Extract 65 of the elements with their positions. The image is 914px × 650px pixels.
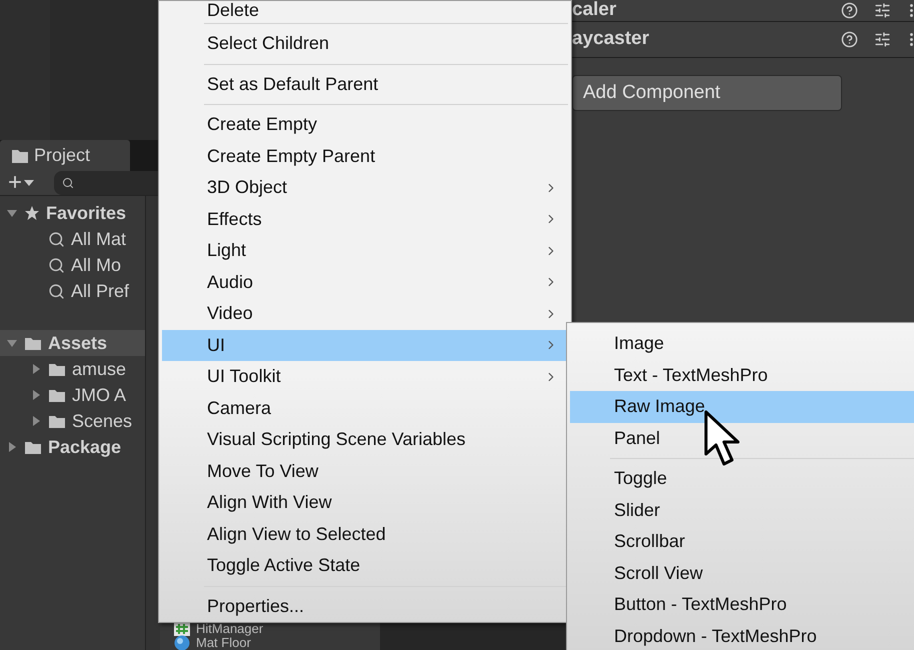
folder-icon <box>12 148 28 162</box>
settings-icon[interactable] <box>874 31 891 48</box>
menu-item[interactable]: Visual Scripting Scene Variables <box>162 424 568 456</box>
add-component-button[interactable]: Add Component <box>572 75 842 111</box>
menu-item[interactable]: Create Empty <box>162 109 568 140</box>
search-icon <box>62 177 74 189</box>
search-icon <box>48 230 65 248</box>
tree-item[interactable]: All Pref <box>0 278 145 304</box>
menu-item[interactable]: 3D Object <box>162 172 568 204</box>
menu-item[interactable]: Toggle <box>570 463 914 494</box>
tree-item[interactable]: All Mat <box>0 226 145 252</box>
script-icon <box>174 622 190 636</box>
tree-item[interactable]: amuse <box>0 356 145 382</box>
menu-item[interactable]: Create Empty Parent <box>162 140 568 172</box>
menu-item[interactable]: Dropdown - TextMeshPro <box>570 620 914 650</box>
expand-arrow-icon[interactable] <box>6 207 18 219</box>
search-icon <box>48 282 65 300</box>
menu-item[interactable]: Video <box>162 298 568 330</box>
menu-item[interactable]: Align With View <box>162 487 568 518</box>
help-icon[interactable] <box>841 2 858 19</box>
folder-icon <box>24 336 42 350</box>
menu-item[interactable]: Effects <box>162 204 568 235</box>
hierarchy-item[interactable]: HitManager <box>174 622 380 636</box>
folder-icon <box>48 362 66 376</box>
expand-arrow-icon[interactable] <box>30 389 42 401</box>
hierarchy-item[interactable]: Mat Floor <box>174 636 380 650</box>
tree-item[interactable]: Assets <box>0 330 145 356</box>
tree-item[interactable]: Favorites <box>0 200 145 226</box>
tree-item[interactable]: JMO A <box>0 382 145 408</box>
expand-arrow-icon[interactable] <box>30 363 42 375</box>
menu-item[interactable]: Audio <box>162 266 568 298</box>
menu-item[interactable]: Align View to Selected <box>162 518 568 550</box>
caret-icon <box>24 179 34 187</box>
tree-item[interactable]: All Mo <box>0 252 145 278</box>
tree-item[interactable]: Package <box>0 434 145 460</box>
menu-item[interactable]: Properties... <box>162 590 568 622</box>
menu-item[interactable]: Panel <box>570 422 914 454</box>
folder-icon <box>48 414 66 428</box>
menu-item[interactable]: Image <box>570 328 914 360</box>
help-icon[interactable] <box>841 31 858 48</box>
menu-item[interactable]: UI Toolkit <box>162 361 568 392</box>
menu-item[interactable]: Light <box>162 235 568 266</box>
folder-icon <box>24 440 42 454</box>
menu-item[interactable]: Slider <box>570 494 914 526</box>
settings-icon[interactable] <box>874 2 891 19</box>
folder-icon <box>48 388 66 402</box>
menu-item[interactable]: Scroll View <box>570 558 914 589</box>
menu-item[interactable]: Text - TextMeshPro <box>570 360 914 391</box>
project-tab[interactable]: Project <box>0 140 130 171</box>
search-icon <box>48 256 65 274</box>
menu-item[interactable]: Set as Default Parent <box>162 68 568 100</box>
expand-arrow-icon[interactable] <box>30 415 42 427</box>
expand-arrow-icon[interactable] <box>6 441 18 453</box>
menu-item[interactable]: UI <box>162 330 568 361</box>
menu-item[interactable]: Toggle Active State <box>162 550 568 582</box>
menu-item[interactable]: Raw Image <box>570 391 914 422</box>
menu-item[interactable]: Button - TextMeshPro <box>570 589 914 620</box>
star-icon <box>24 205 40 221</box>
menu-item[interactable]: Scrollbar <box>570 526 914 558</box>
tree-item[interactable]: Scenes <box>0 408 145 434</box>
search-field[interactable] <box>54 171 160 195</box>
menu-item[interactable]: Move To View <box>162 456 568 487</box>
menu-item[interactable]: Camera <box>162 392 568 424</box>
expand-arrow-icon[interactable] <box>6 337 18 349</box>
add-button[interactable]: + <box>8 171 34 195</box>
